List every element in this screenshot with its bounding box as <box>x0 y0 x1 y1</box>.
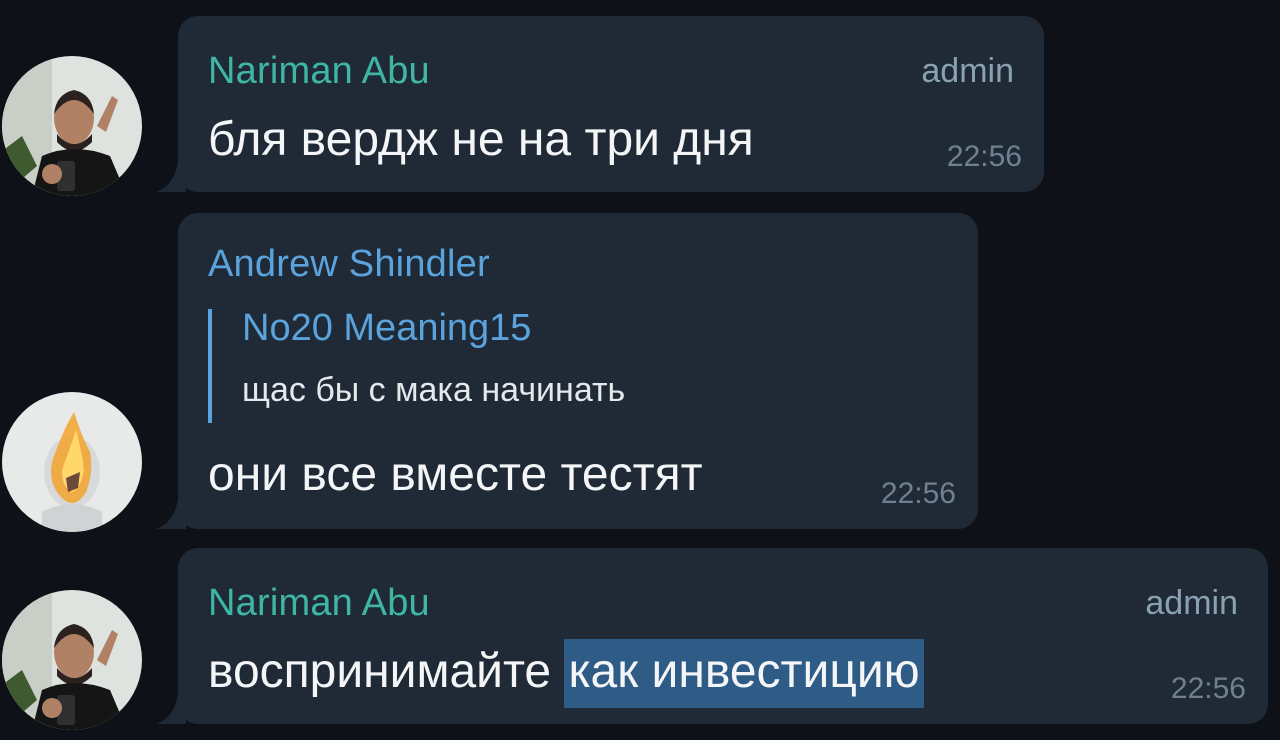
sender-name[interactable]: Nariman Abu <box>208 584 430 622</box>
bubble-tail <box>156 162 186 192</box>
message-bubble[interactable]: Nariman Abu admin бля вердж не на три дн… <box>156 16 1044 192</box>
selected-text[interactable]: как инвестицию <box>564 639 924 708</box>
bubble-tail <box>156 499 186 529</box>
message-text-plain: воспринимайте <box>208 645 565 698</box>
sender-name[interactable]: Andrew Shindler <box>208 245 490 283</box>
chat-window: Nariman Abu admin бля вердж не на три дн… <box>0 0 1280 740</box>
avatar[interactable] <box>2 590 142 730</box>
user-photo-icon <box>2 392 142 532</box>
message-text: бля вердж не на три дня <box>208 113 754 166</box>
reply-quote[interactable]: No20 Meaning15 щас бы с мака начинать <box>208 309 808 423</box>
admin-badge: admin <box>921 52 1014 90</box>
user-photo-icon <box>2 56 142 196</box>
avatar[interactable] <box>2 56 142 196</box>
reply-text: щас бы с мака начинать <box>242 371 626 409</box>
message-text: они все вместе тестят <box>208 448 703 501</box>
message-bubble[interactable]: Nariman Abu admin воспринимайте как инве… <box>156 548 1268 724</box>
bubble-tail <box>156 694 186 724</box>
reply-sender-name: No20 Meaning15 <box>242 307 532 349</box>
message-bubble[interactable]: Andrew Shindler No20 Meaning15 щас бы с … <box>156 213 978 529</box>
admin-badge: admin <box>1145 584 1238 622</box>
message-time: 22:56 <box>880 477 956 510</box>
message-text: воспринимайте как инвестицию <box>208 639 924 708</box>
user-photo-icon <box>2 590 142 730</box>
message-time: 22:56 <box>946 140 1022 173</box>
sender-name[interactable]: Nariman Abu <box>208 52 430 90</box>
message-time: 22:56 <box>1170 672 1246 705</box>
avatar[interactable] <box>2 392 142 532</box>
